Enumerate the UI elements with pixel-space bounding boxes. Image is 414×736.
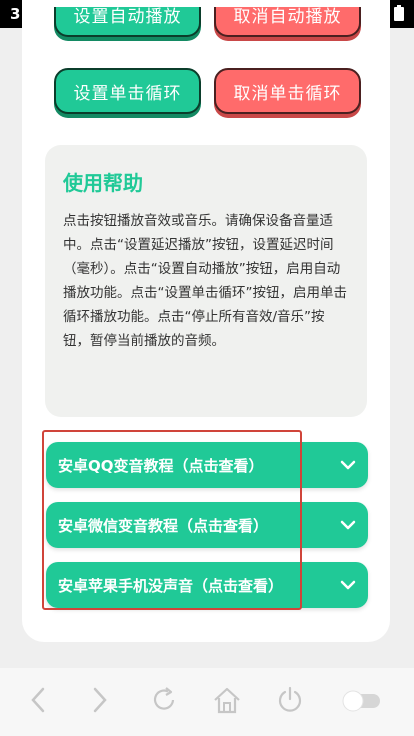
help-body: 点击按钮播放音效或音乐。请确保设备音量适中。点击“设置延迟播放”按钮，设置延迟时… xyxy=(63,213,347,349)
annotation-highlight-box xyxy=(42,430,302,610)
set-click-loop-label: 设置单击循环 xyxy=(73,83,182,104)
forward-icon[interactable] xyxy=(90,686,110,714)
help-panel: 使用帮助 点击按钮播放音效或音乐。请确保设备音量适中。点击“设置延迟播放”按钮，… xyxy=(45,145,367,417)
refresh-icon[interactable] xyxy=(150,686,178,714)
chevron-down-icon xyxy=(340,460,356,470)
set-auto-play-label: 设置自动播放 xyxy=(73,6,182,27)
cancel-click-loop-button[interactable]: 取消单击循环 xyxy=(214,68,361,114)
battery-icon xyxy=(394,5,404,21)
power-icon[interactable] xyxy=(276,686,304,714)
cancel-click-loop-label: 取消单击循环 xyxy=(233,83,342,104)
toggle-switch[interactable] xyxy=(342,690,382,712)
back-icon[interactable] xyxy=(28,686,48,714)
cancel-auto-play-label: 取消自动播放 xyxy=(233,6,342,27)
cancel-auto-play-button[interactable]: 取消自动播放 xyxy=(214,7,361,37)
set-auto-play-button[interactable]: 设置自动播放 xyxy=(54,7,201,37)
set-click-loop-button[interactable]: 设置单击循环 xyxy=(54,68,201,114)
chevron-down-icon xyxy=(340,520,356,530)
help-title: 使用帮助 xyxy=(63,171,143,195)
browser-nav-bar xyxy=(0,668,414,736)
chevron-down-icon xyxy=(340,580,356,590)
home-icon[interactable] xyxy=(212,686,242,714)
